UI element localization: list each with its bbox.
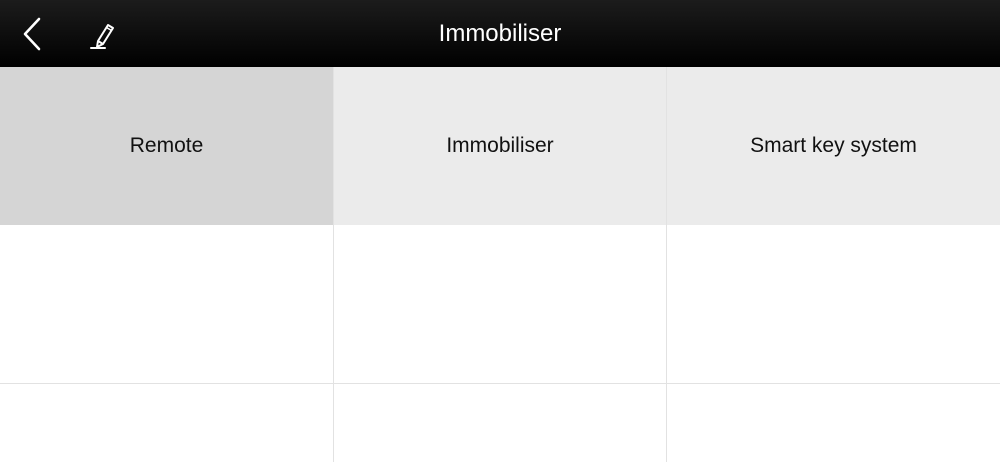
empty-cell — [334, 225, 666, 383]
pencil-icon — [90, 24, 114, 49]
tile-divider — [666, 67, 667, 225]
tile-remote[interactable]: Remote — [0, 67, 333, 225]
chevron-left-icon — [23, 17, 41, 51]
empty-cell — [0, 225, 333, 383]
empty-cell — [334, 384, 666, 462]
back-button[interactable] — [10, 12, 54, 56]
tile-immobiliser[interactable]: Immobiliser — [334, 67, 666, 225]
function-grid: Remote Immobiliser Smart key system — [0, 67, 1000, 462]
tile-divider — [333, 67, 334, 225]
grid-divider — [0, 383, 1000, 384]
top-navigation-bar: Immobiliser — [0, 0, 1000, 67]
edit-button[interactable] — [80, 12, 124, 56]
app-window: Immobiliser Remote Immobiliser Smart key… — [0, 0, 1000, 462]
tile-label: Immobiliser — [446, 134, 554, 157]
tile-smart-key-system[interactable]: Smart key system — [667, 67, 1000, 225]
tile-label: Smart key system — [750, 134, 917, 157]
empty-cell — [667, 225, 1000, 383]
tile-label: Remote — [129, 134, 204, 157]
empty-cell — [667, 384, 1000, 462]
page-title: Immobiliser — [438, 20, 562, 47]
grid-divider — [333, 225, 334, 462]
grid-divider — [666, 225, 667, 462]
empty-cell — [0, 384, 333, 462]
